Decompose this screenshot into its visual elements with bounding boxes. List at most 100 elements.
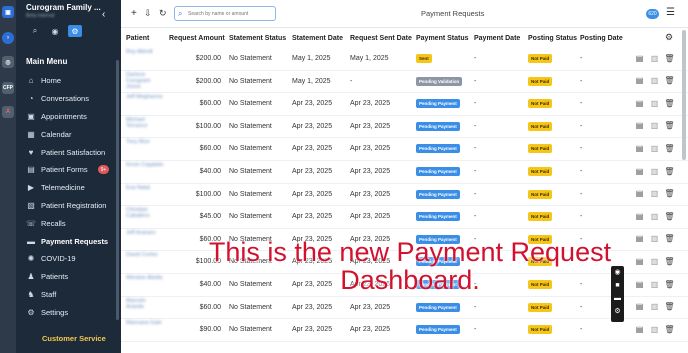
table-row[interactable]: Tony Bice $60.00 No Statement Apr 23, 2025 A… [121,138,688,161]
delete-icon[interactable]: 🗑 [664,121,674,131]
collapse-sidebar-icon[interactable]: ‹ [102,9,105,20]
receipt-icon[interactable]: ▤ [635,76,644,86]
receipt-icon[interactable]: ▤ [635,302,644,312]
patient-name-link[interactable]: Roy Allerdt [126,49,164,55]
delete-icon[interactable]: 🗑 [664,166,674,176]
settings-toggle-icon[interactable]: ⚙ [68,25,82,37]
sidebar-item-home[interactable]: ⌂ Home [26,72,126,90]
print-icon[interactable]: ▥ [650,98,659,108]
sidebar-item-payment-requests[interactable]: ▬ Payment Requests [26,232,126,250]
patient-name-link[interactable]: Kevin Cagalato [126,162,164,168]
print-icon[interactable]: ▥ [650,121,659,131]
search-icon[interactable]: ⌕ [28,25,42,37]
patient-name-link[interactable]: Marcelo Aranda [126,298,164,310]
sidebar-item-recalls[interactable]: ☏ Recalls [26,214,126,232]
delete-icon[interactable]: 🗑 [664,98,674,108]
sidebar-scrollbar[interactable] [116,60,119,320]
receipt-icon[interactable]: ▤ [635,98,644,108]
delete-icon[interactable]: 🗑 [664,143,674,153]
col-header-posting-date[interactable]: Posting Date [580,35,623,42]
receipt-icon[interactable]: ▤ [635,211,644,221]
column-settings-icon[interactable]: ⚙ [665,32,673,43]
delete-icon[interactable]: 🗑 [664,76,674,86]
col-header-request-amount[interactable]: Request Amount [169,35,225,42]
receipt-icon[interactable]: ▤ [635,324,644,334]
sidebar-item-telemedicine[interactable]: ▶ Telemedicine [26,179,126,197]
table-row[interactable]: Darlene Curogram Jones $200.00 No Statemen… [121,71,688,94]
patient-name-link[interactable]: Michael Terrance [126,117,164,129]
customer-service-link[interactable]: Customer Service [42,334,106,343]
col-header-patient[interactable]: Patient [126,35,149,42]
patient-name-link[interactable]: Christian Caballero [126,207,164,219]
patient-name-link[interactable]: Marivana Gale [126,320,164,326]
patient-name-link[interactable]: Eva Natal [126,185,164,191]
apps-icon[interactable]: ◎ [2,56,14,68]
receipt-icon[interactable]: ▤ [635,121,644,131]
sidebar-item-settings[interactable]: ⚙ Settings [26,303,126,321]
cfp-button[interactable]: CFP [2,82,14,94]
col-header-statement-status[interactable]: Statement Status [229,35,286,42]
table-row[interactable]: Kevin Cagalato $40.00 No Statement Apr 23, … [121,161,688,184]
col-header-request-sent-date[interactable]: Request Sent Date [350,35,412,42]
logo-icon[interactable]: ▣ [2,6,14,18]
delete-icon[interactable]: 🗑 [664,189,674,199]
patient-name-link[interactable]: Tony Bice [126,139,164,145]
col-header-posting-status[interactable]: Posting Status [528,35,577,42]
sidebar-item-patient-forms[interactable]: ▤ Patient Forms 9+ [26,161,126,179]
table-row[interactable]: Marivana Gale $90.00 No Statement Apr 23, 2… [121,319,688,342]
sidebar-item-staff[interactable]: ♞ Staff [26,286,126,304]
expand-icon[interactable]: › [2,32,14,44]
eye-icon[interactable]: ◉ [48,25,62,37]
patient-name-link[interactable]: Jeff Meghanna [126,94,164,100]
print-icon[interactable]: ▥ [650,53,659,63]
receipt-icon[interactable]: ▤ [635,53,644,63]
sidebar-item-patients[interactable]: ♟ Patients [26,268,126,286]
delete-icon[interactable]: 🗑 [664,324,674,334]
col-header-statement-date[interactable]: Statement Date [292,35,343,42]
table-row[interactable]: Eva Natal $100.00 No Statement Apr 23, 2025… [121,184,688,207]
sidebar-item-patient-registration[interactable]: ▧ Patient Registration [26,197,126,215]
account-a-button[interactable]: A [2,106,14,118]
table-scrollbar[interactable] [682,30,686,160]
table-row[interactable]: Christian Caballero $45.00 No Statement Apr… [121,206,688,229]
gear-icon[interactable]: ⚙ [611,305,624,318]
statement-status: No Statement [229,303,272,311]
receipt-icon[interactable]: ▤ [635,143,644,153]
sidebar-item-conversations[interactable]: ◔ Conversations [26,90,126,108]
receipt-icon[interactable]: ▤ [635,166,644,176]
print-icon[interactable]: ▥ [650,143,659,153]
sidebar-item-patient-satisfaction[interactable]: ♥ Patient Satisfaction [26,143,126,161]
request-amount: $45.00 [199,213,221,221]
refresh-icon[interactable]: ↻ [159,8,167,19]
patient-name-link[interactable]: Jeff Aranaro [126,230,164,236]
print-icon[interactable]: ▥ [650,189,659,199]
table-row[interactable]: Jeff Meghanna $60.00 No Statement Apr 23, 2… [121,93,688,116]
delete-icon[interactable]: 🗑 [664,302,674,312]
payment-status-badge: Pending Payment [416,167,460,176]
delete-icon[interactable]: 🗑 [664,53,674,63]
print-icon[interactable]: ▥ [650,76,659,86]
print-icon[interactable]: ▥ [650,211,659,221]
patient-name-link[interactable]: Darlene Curogram Jones [126,72,164,90]
col-header-payment-status[interactable]: Payment Status [416,35,469,42]
receipt-icon[interactable]: ▤ [635,189,644,199]
print-icon[interactable]: ▥ [650,302,659,312]
print-icon[interactable]: ▥ [650,166,659,176]
request-amount: $90.00 [199,326,221,334]
sidebar-item-covid-19[interactable]: ✺ COVID-19 [26,250,126,268]
print-icon[interactable]: ▥ [650,324,659,334]
table-row[interactable]: Roy Allerdt $200.00 No Statement May 1, 202… [121,48,688,71]
col-header-payment-date[interactable]: Payment Date [474,35,520,42]
add-icon[interactable]: + [131,8,137,19]
forms-icon: ▤ [27,165,35,175]
sidebar-item-calendar[interactable]: ▦ Calendar [26,125,126,143]
table-row[interactable]: Marcelo Aranda $60.00 No Statement Apr 23, … [121,297,688,320]
export-icon[interactable]: ⇩ [144,8,152,19]
search-input[interactable] [188,9,273,19]
table-row[interactable]: Michael Terrance $100.00 No Statement Apr 2… [121,116,688,139]
filter-icon[interactable]: ☰ [666,7,675,18]
top-bar: + ⇩ ↻ ⌕ Payment Requests 620 ☰ [121,0,688,28]
sidebar-item-appointments[interactable]: ▣ Appointments [26,108,126,126]
delete-icon[interactable]: 🗑 [664,211,674,221]
payment-status-badge: Pending Payment [416,212,460,222]
